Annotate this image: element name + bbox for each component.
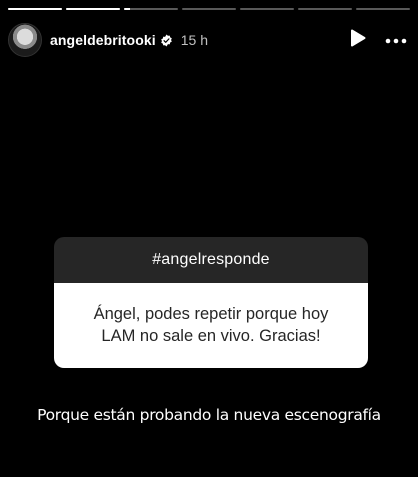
verified-badge-icon	[160, 34, 173, 47]
story-progress-bar	[8, 8, 410, 11]
story-progress-segment	[356, 8, 410, 10]
story-progress-fill	[66, 8, 120, 10]
more-options-button[interactable]	[382, 26, 410, 54]
question-line: LAM no sale en vivo. Gracias!	[101, 327, 321, 345]
story-viewer[interactable]: angeldebritooki 15 h #angelresponde Ánge…	[0, 0, 418, 477]
answer-text: Porque están probando la nueva escenogra…	[37, 406, 381, 424]
username[interactable]: angeldebritooki	[50, 32, 156, 48]
story-progress-segment	[124, 8, 178, 10]
play-button[interactable]	[344, 26, 372, 54]
more-icon	[385, 31, 407, 49]
story-progress-fill	[8, 8, 62, 10]
sticker-question: Ángel, podes repetir porque hoy LAM no s…	[54, 283, 368, 368]
story-header: angeldebritooki 15 h	[8, 22, 410, 58]
story-progress-fill	[124, 8, 131, 10]
story-progress-segment	[182, 8, 236, 10]
question-sticker: #angelresponde Ángel, podes repetir porq…	[54, 237, 368, 368]
story-progress-segment	[8, 8, 62, 10]
sticker-hashtag: #angelresponde	[54, 237, 368, 283]
question-line: Ángel, podes repetir porque hoy	[93, 305, 329, 323]
story-progress-segment	[66, 8, 120, 10]
post-time: 15 h	[180, 32, 208, 48]
avatar[interactable]	[8, 23, 42, 57]
story-progress-segment	[240, 8, 294, 10]
play-icon	[350, 29, 366, 52]
story-progress-segment	[298, 8, 352, 10]
